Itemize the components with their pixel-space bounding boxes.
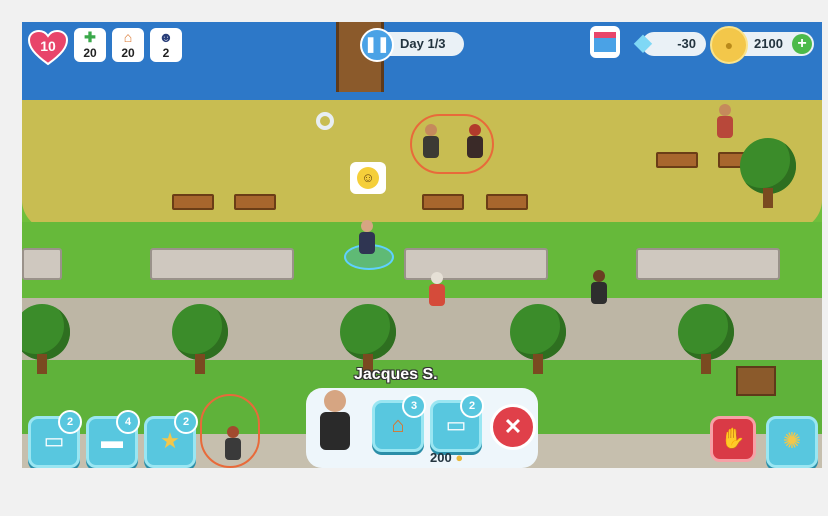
health-counter: ✚ 20 [74, 28, 106, 62]
bench [486, 194, 528, 210]
bench [422, 194, 464, 210]
close-icon: ✕ [503, 414, 523, 439]
action-cost: 200 ● [430, 450, 463, 465]
mask-icon: ▭ [445, 412, 467, 437]
mood-bubble: ☺ [350, 162, 386, 194]
bench [234, 194, 276, 210]
cancel-button[interactable]: ✕ [490, 404, 536, 450]
give-mask-count: 2 [460, 394, 484, 418]
plus-icon: + [797, 35, 807, 52]
hearts-counter: 10 [27, 29, 69, 66]
tree [740, 138, 796, 208]
smiley-icon: ☺ [357, 166, 379, 189]
add-coins-button[interactable]: + [792, 34, 812, 54]
houses-value: 20 [121, 46, 135, 60]
lifebuoy [316, 112, 334, 130]
bench [172, 194, 214, 210]
bed-tool-count: 4 [116, 410, 140, 434]
diamond-icon: ◆ [633, 29, 653, 56]
character-name: Jacques S. [354, 366, 438, 383]
bench [656, 152, 698, 168]
coin-icon: ● [455, 450, 464, 465]
house-icon: ⌂ [123, 29, 133, 45]
police-icon: ☻ [158, 29, 174, 45]
notice-board [736, 366, 776, 396]
citizen[interactable] [466, 124, 484, 158]
police-counter: ☻ 2 [150, 28, 182, 62]
police-value: 2 [162, 46, 170, 60]
stone-wall [404, 248, 548, 280]
virus-icon: ✺ [782, 428, 802, 453]
stop-button[interactable]: ✋ [710, 416, 756, 462]
character-portrait [318, 390, 352, 450]
stone-wall [22, 248, 62, 280]
pause-icon: ❚❚ [364, 36, 390, 53]
mask-icon: ▭ [43, 428, 65, 453]
citizen[interactable] [422, 124, 440, 158]
citizen[interactable] [224, 426, 242, 460]
medical-cross-icon: ✚ [84, 29, 96, 45]
stone-wall [150, 248, 294, 280]
coin-icon: ● [710, 26, 748, 64]
houses-counter: ⌂ 20 [112, 28, 144, 62]
tree [678, 304, 734, 374]
citizen[interactable] [716, 104, 734, 138]
coins-value: 2100 [754, 36, 783, 51]
tree [172, 304, 228, 374]
cost-value: 200 [430, 450, 452, 465]
gems-value: -30 [677, 36, 696, 51]
house-icon: ⌂ [391, 412, 405, 437]
tree [22, 304, 70, 374]
badge-icon: ★ [160, 428, 180, 453]
game-viewport[interactable]: ☺ 10 ✚ 20 ⌂ 20 ☻ 2 Day 1/3 ❚❚ -30 ◆ 2100… [22, 22, 822, 468]
hearts-value: 10 [40, 38, 56, 54]
selected-citizen[interactable] [358, 220, 376, 254]
virus-button[interactable]: ✺ [766, 416, 818, 468]
send-home-count: 3 [402, 394, 426, 418]
pause-button[interactable]: ❚❚ [360, 28, 394, 62]
citizen[interactable] [590, 270, 608, 304]
mask-tool-count: 2 [58, 410, 82, 434]
citizen[interactable] [428, 272, 446, 306]
day-label: Day 1/3 [400, 36, 446, 51]
badge-tool-count: 2 [174, 410, 198, 434]
shop-icon [594, 32, 616, 52]
health-value: 20 [83, 46, 97, 60]
shop-button[interactable] [590, 26, 620, 58]
stone-wall [636, 248, 780, 280]
stop-hand-icon: ✋ [720, 428, 746, 450]
tree [510, 304, 566, 374]
bed-icon: ▬ [101, 428, 123, 453]
tree [340, 304, 396, 374]
